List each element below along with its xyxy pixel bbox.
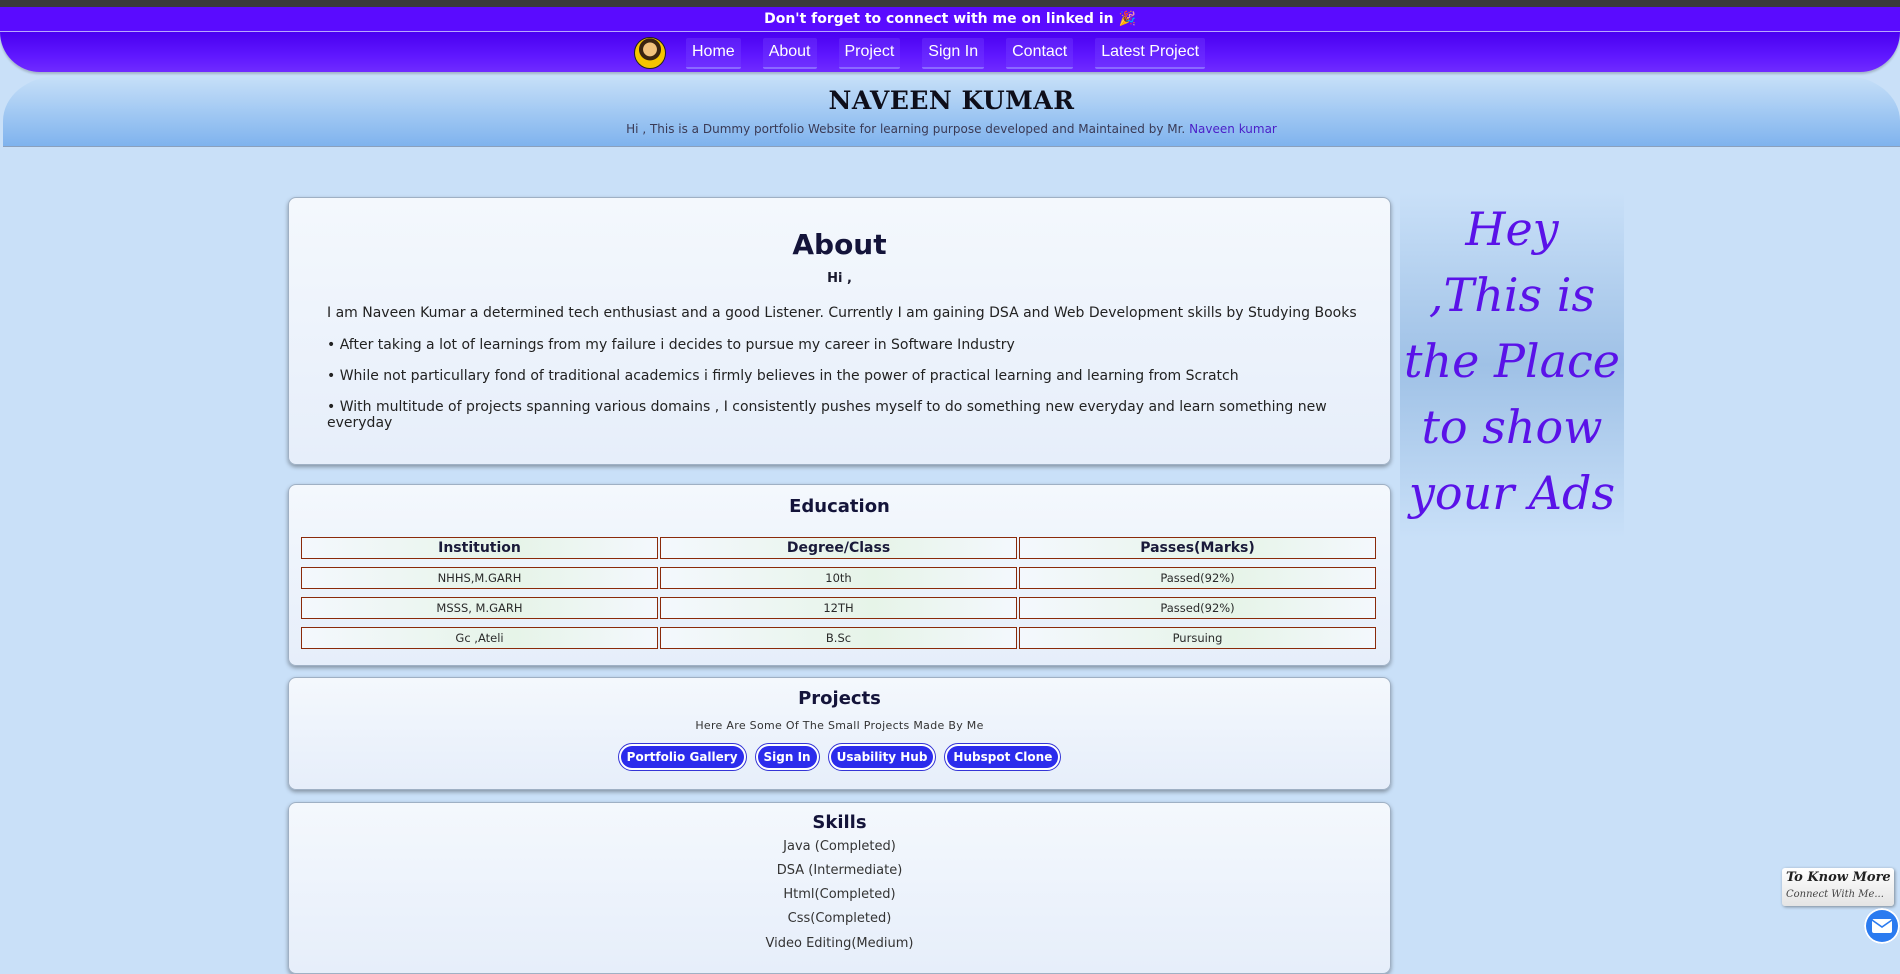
avatar[interactable]: [634, 37, 666, 69]
projects-title: Projects: [798, 688, 881, 709]
about-greeting: Hi ,: [827, 271, 852, 286]
contact-widget-subtitle: Connect With Me...: [1786, 889, 1884, 900]
about-bullet: • While not particullary fond of traditi…: [327, 368, 1239, 384]
table-cell: B.Sc: [660, 627, 1017, 649]
table-cell: Gc ,Ateli: [301, 627, 658, 649]
education-table: Institution Degree/Class Passes(Marks) N…: [301, 537, 1376, 657]
button-label: Portfolio Gallery: [620, 746, 744, 768]
table-header-row: Institution Degree/Class Passes(Marks): [301, 537, 1376, 559]
about-bullet: • With multitude of projects spanning va…: [327, 399, 1327, 431]
linkedin-banner[interactable]: Don't forget to connect with me on linke…: [0, 7, 1900, 32]
table-cell: 10th: [660, 567, 1017, 589]
ad-text-line: ,This is: [1428, 268, 1596, 322]
skill-item: Video Editing(Medium): [765, 936, 914, 951]
skill-item: DSA (Intermediate): [776, 863, 903, 878]
ad-text-line: Hey: [1465, 202, 1559, 256]
projects-card: Projects Here Are Some Of The Small Proj…: [288, 677, 1391, 790]
header-degree: Degree/Class: [660, 537, 1017, 559]
skills-card: Skills Java (Completed) DSA (Intermediat…: [288, 802, 1391, 974]
mail-icon[interactable]: [1864, 908, 1900, 944]
nav-home[interactable]: Home: [686, 37, 741, 69]
skills-title: Skills: [812, 812, 867, 833]
ad-panel: Hey ,This is the Place to show your Ads: [1400, 192, 1624, 538]
table-row: Gc ,Ateli B.Sc Pursuing: [301, 627, 1376, 649]
table-cell: NHHS,M.GARH: [301, 567, 658, 589]
about-bullet: • After taking a lot of learnings from m…: [327, 337, 1015, 353]
table-cell: MSSS, M.GARH: [301, 597, 658, 619]
header-subtitle: Hi , This is a Dummy portfolio Website f…: [3, 122, 1900, 136]
subtitle-text: Hi , This is a Dummy portfolio Website f…: [626, 122, 1186, 136]
hubspot-clone-button[interactable]: Hubspot Clone: [944, 743, 1062, 771]
button-label: Hubspot Clone: [947, 746, 1059, 768]
table-cell: Pursuing: [1019, 627, 1376, 649]
button-label: Usability Hub: [830, 746, 934, 768]
ad-text-line: your Ads: [1408, 466, 1616, 520]
page-header: NAVEEN KUMAR Hi , This is a Dummy portfo…: [3, 76, 1900, 147]
button-label: Sign In: [757, 746, 817, 768]
nav-project[interactable]: Project: [838, 37, 901, 69]
table-row: NHHS,M.GARH 10th Passed(92%): [301, 567, 1376, 589]
nav-latest-project[interactable]: Latest Project: [1095, 37, 1206, 69]
about-title: About: [792, 228, 887, 261]
contact-widget-title: To Know More: [1786, 870, 1891, 885]
project-buttons: Portfolio Gallery Sign In Usability Hub …: [289, 743, 1390, 771]
owner-link[interactable]: Naveen kumar: [1189, 122, 1277, 136]
education-title: Education: [789, 496, 890, 517]
nav-sign-in[interactable]: Sign In: [922, 37, 985, 69]
page-title: NAVEEN KUMAR: [828, 86, 1075, 115]
table-row: MSSS, M.GARH 12TH Passed(92%): [301, 597, 1376, 619]
ad-text-line: the Place: [1403, 334, 1621, 388]
table-cell: Passed(92%): [1019, 567, 1376, 589]
nav-contact[interactable]: Contact: [1006, 37, 1074, 69]
table-cell: 12TH: [660, 597, 1017, 619]
nav-about[interactable]: About: [762, 37, 817, 69]
navbar: Home About Project Sign In Contact Lates…: [0, 32, 1900, 72]
skill-item: Java (Completed): [783, 839, 896, 854]
top-strip: [0, 0, 1900, 7]
about-card: About Hi , I am Naveen Kumar a determine…: [288, 197, 1391, 465]
portfolio-gallery-button[interactable]: Portfolio Gallery: [617, 743, 747, 771]
skill-item: Html(Completed): [783, 887, 896, 902]
projects-subtitle: Here Are Some Of The Small Projects Made…: [695, 719, 984, 732]
table-cell: Passed(92%): [1019, 597, 1376, 619]
ad-text-line: to show: [1421, 400, 1603, 454]
header-institution: Institution: [301, 537, 658, 559]
header-marks: Passes(Marks): [1019, 537, 1376, 559]
education-card: Education Institution Degree/Class Passe…: [288, 484, 1391, 666]
envelope-glyph: [1871, 919, 1893, 933]
banner-text: Don't forget to connect with me on linke…: [764, 11, 1114, 27]
sign-in-project-button[interactable]: Sign In: [754, 743, 820, 771]
usability-hub-button[interactable]: Usability Hub: [827, 743, 937, 771]
about-paragraph: I am Naveen Kumar a determined tech enth…: [327, 305, 1357, 321]
nav-menu: Home About Project Sign In Contact Lates…: [634, 35, 1227, 71]
contact-widget[interactable]: To Know More Connect With Me...: [1782, 868, 1894, 906]
party-popper-icon: 🎉: [1118, 11, 1136, 27]
skill-item: Css(Completed): [787, 911, 892, 926]
